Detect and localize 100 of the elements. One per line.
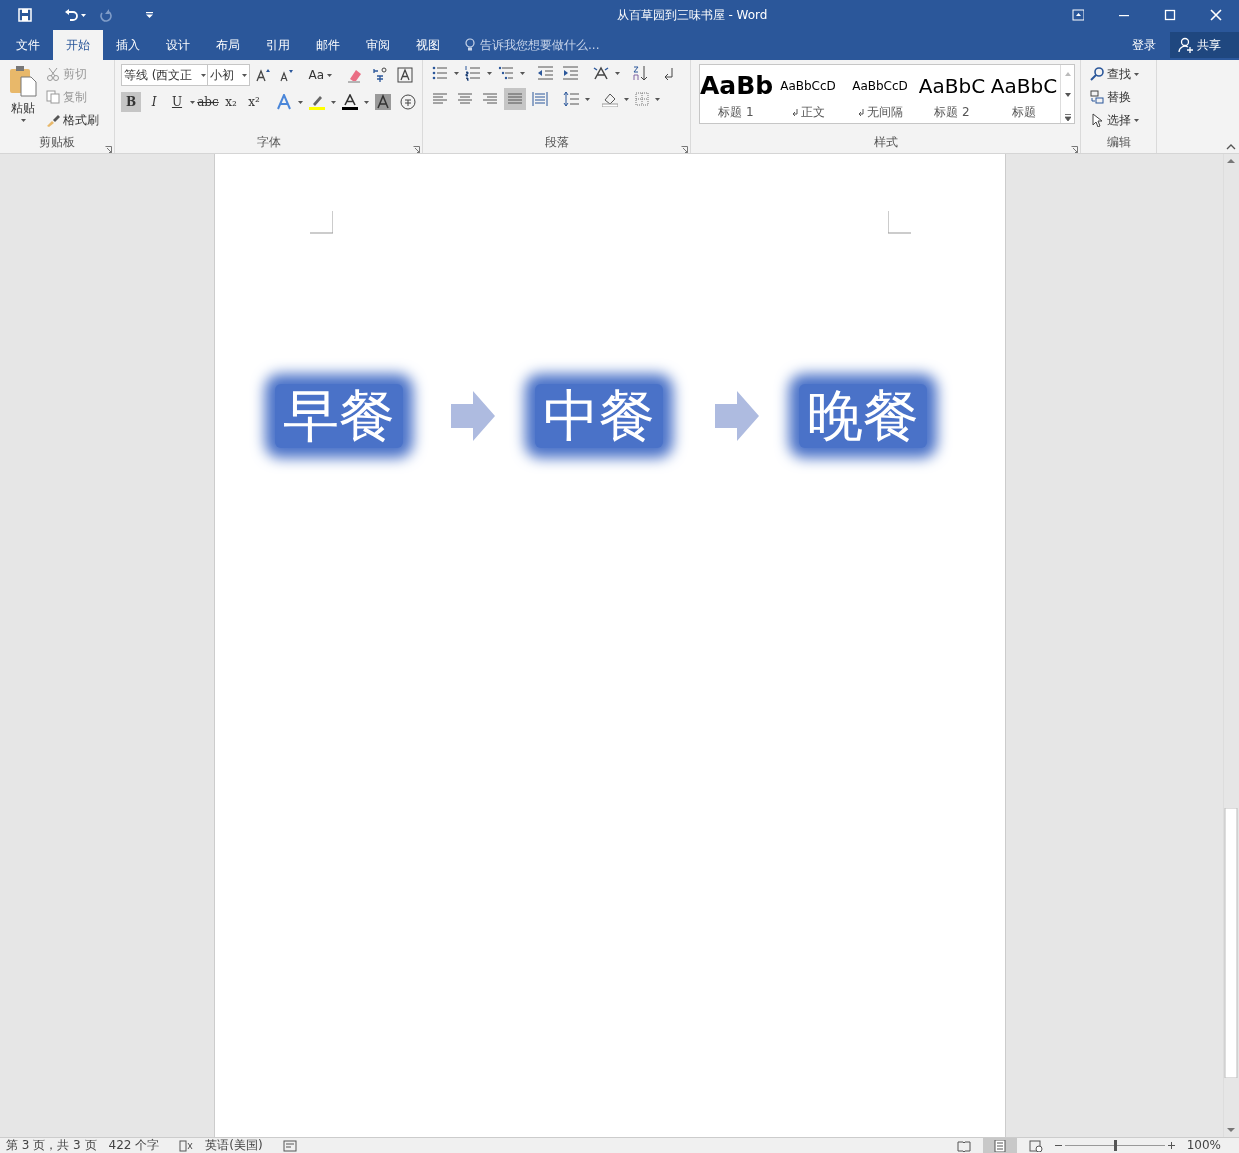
align-right-icon [482, 91, 498, 107]
underline-button[interactable]: U [167, 92, 187, 112]
print-layout-icon [992, 1139, 1007, 1152]
italic-button[interactable]: I [144, 92, 164, 112]
arrow-icon [451, 391, 495, 441]
paste-button[interactable]: 粘贴 [6, 64, 40, 133]
strike-button[interactable]: abc [198, 92, 218, 112]
zoom-slider-thumb[interactable] [1113, 1140, 1117, 1151]
replace-icon [1090, 90, 1104, 104]
launcher-icon [1071, 146, 1078, 153]
sub-button[interactable]: x₂ [221, 92, 241, 112]
enclose-characters-button[interactable] [397, 93, 419, 111]
painter-button[interactable]: 格式刷 [43, 110, 102, 130]
font-color-icon [342, 94, 358, 110]
align-center-icon [457, 91, 473, 107]
style-item[interactable]: AaBbC 标题 [988, 65, 1060, 123]
asian-layout-icon [593, 65, 609, 81]
multilevel-list-icon [498, 65, 514, 81]
save-icon [18, 8, 32, 22]
lightbulb-icon [465, 38, 475, 52]
macro-icon [282, 1139, 297, 1152]
caret-icon [331, 100, 336, 104]
style-item[interactable]: AaBbC 标题 2 [916, 65, 988, 123]
caret-icon [454, 71, 459, 75]
ribbon-tab[interactable]: 设计 [153, 30, 203, 60]
shrink-font-icon [279, 68, 294, 82]
align-distributed-icon [532, 91, 548, 107]
pointer-icon [1090, 113, 1104, 127]
zoom-level[interactable]: 100% [1186, 1138, 1221, 1153]
ribbon-tab[interactable]: 开始 [53, 30, 103, 60]
sign-in-link[interactable]: 登录 [1126, 36, 1162, 54]
page-count[interactable]: 第 3 页，共 3 页 [6, 1138, 97, 1153]
ribbon-tab[interactable]: 文件 [3, 30, 53, 60]
word-count[interactable]: 422 个字 [108, 1138, 160, 1153]
vertical-scrollbar[interactable] [1223, 154, 1239, 1137]
dialog-launcher-button[interactable] [681, 146, 688, 153]
clear-formatting-icon [347, 67, 363, 83]
ribbon-tab[interactable]: 布局 [203, 30, 253, 60]
caret-icon [487, 71, 492, 75]
ribbon-tab[interactable]: 引用 [253, 30, 303, 60]
caret-icon [615, 71, 620, 75]
crop-mark [310, 211, 333, 234]
dialog-launcher-button[interactable] [1071, 146, 1078, 153]
tell-me-field[interactable]: 告诉我您想要做什么... [465, 35, 678, 55]
sup-button[interactable]: x² [244, 92, 264, 112]
ribbon-tab[interactable]: 视图 [403, 30, 453, 60]
style-item[interactable]: AaBbCcD 正文 [772, 65, 844, 123]
style-item[interactable]: AaBbCcD 无间隔 [844, 65, 916, 123]
print-layout-button[interactable] [982, 1137, 1017, 1153]
caret-icon [1134, 118, 1139, 122]
caret-icon [655, 97, 660, 101]
step-label: 晚餐 [799, 384, 927, 448]
ribbon-tab[interactable]: 审阅 [353, 30, 403, 60]
borders-icon [635, 92, 649, 106]
group-label: 样式 [873, 134, 898, 151]
character-border-icon [397, 67, 413, 83]
bold-button[interactable]: B [121, 92, 141, 112]
font-size-dropdown[interactable]: 小初 [206, 64, 251, 86]
launcher-icon [105, 146, 112, 153]
caret-icon [624, 97, 629, 101]
font-name-dropdown[interactable]: 等线 (西文正 [121, 64, 209, 86]
find-button[interactable]: 查找 [1087, 64, 1150, 84]
read-mode-icon [956, 1139, 971, 1152]
maximize-icon [1164, 9, 1176, 21]
language-status[interactable]: 英语(美国) [205, 1138, 263, 1153]
group-label: 编辑 [1106, 134, 1131, 151]
group-label: 字体 [256, 134, 281, 151]
launcher-icon [681, 146, 688, 153]
plus-icon [1167, 1142, 1175, 1149]
change-case-button[interactable]: Aa [305, 65, 335, 85]
dialog-launcher-button[interactable] [105, 146, 112, 153]
more-icon [1065, 114, 1071, 121]
share-button[interactable]: 共享 [1170, 32, 1239, 58]
line-spacing-icon [563, 91, 579, 107]
character-shading-button[interactable] [372, 93, 394, 111]
ribbon-tab[interactable]: 邮件 [303, 30, 353, 60]
bullets-icon [432, 65, 448, 81]
paragraph-mark-icon [791, 108, 798, 116]
font-color-button[interactable] [339, 93, 361, 111]
select-button[interactable]: 选择 [1087, 110, 1150, 130]
dialog-launcher-button[interactable] [413, 146, 420, 153]
ribbon-tab[interactable]: 插入 [103, 30, 153, 60]
minus-icon [1054, 1142, 1062, 1149]
style-item[interactable]: AaBb 标题 1 [700, 65, 772, 123]
arrow-icon [715, 391, 759, 441]
gallery-scroll[interactable] [1060, 65, 1074, 123]
numbering-icon [465, 65, 481, 81]
highlighter-icon [309, 94, 325, 110]
brush-icon [46, 113, 60, 127]
character-border-button[interactable] [394, 66, 416, 84]
caret-icon [327, 73, 332, 77]
web-layout-icon [1028, 1139, 1043, 1152]
step-label: 中餐 [535, 384, 663, 448]
caret-icon [364, 100, 369, 104]
highlighter-button[interactable] [306, 93, 328, 111]
caret-icon [20, 119, 26, 122]
align-left-icon [432, 91, 448, 107]
zoom-out-button[interactable] [1054, 1142, 1062, 1149]
replace-button[interactable]: 替换 [1087, 87, 1150, 107]
zoom-in-button[interactable] [1167, 1142, 1175, 1149]
